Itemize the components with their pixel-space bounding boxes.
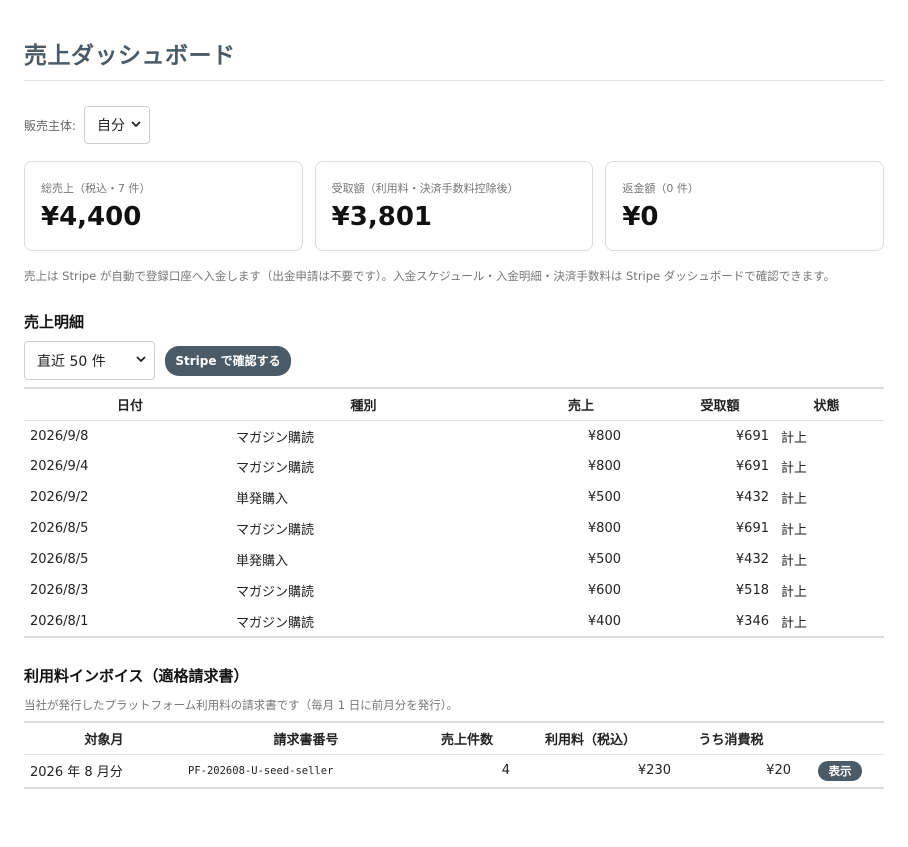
- cell-received: ¥346: [735, 613, 769, 629]
- cell-date: 2026/9/8: [30, 429, 89, 445]
- invoice-table: 対象月 請求書番号 売上件数 利用料（税込） うち消費税 2026 年 8 月分…: [24, 721, 884, 789]
- cell-sales: ¥800: [587, 429, 621, 445]
- table-row: 2026/8/5 単発購入 ¥500 ¥432 計上: [24, 544, 884, 575]
- seller-select-value: 自分: [97, 118, 126, 134]
- cell-status: 計上: [781, 554, 808, 569]
- cell-status: 計上: [781, 431, 808, 447]
- card-label: 受取額（利用料・決済手数料控除後）: [331, 182, 519, 195]
- column-header-status: 状態: [769, 388, 884, 421]
- table-row: 2026/9/4 マガジン購読 ¥800 ¥691 計上: [24, 451, 884, 482]
- cell-sales: ¥400: [587, 613, 621, 629]
- limit-select-value: 直近 50 件: [37, 353, 106, 370]
- cell-target-month: 2026 年 8 月分: [30, 765, 123, 781]
- column-header-tax: うち消費税: [671, 722, 791, 755]
- column-header-received: 受取額: [621, 388, 769, 421]
- seller-filter: 販売主体: 自分: [24, 106, 151, 144]
- cell-sales: ¥800: [587, 459, 621, 474]
- cell-date: 2026/8/1: [30, 613, 89, 629]
- cell-fee: ¥230: [637, 763, 671, 779]
- cell-received: ¥691: [735, 521, 769, 536]
- payout-note: 売上は Stripe が自動で登録口座へ入金します（出金申請は不要です）。入金ス…: [24, 269, 836, 283]
- cell-status: 計上: [781, 585, 808, 600]
- sales-section-title: 売上明細: [24, 313, 85, 331]
- cell-type: 単発購入: [236, 492, 289, 507]
- limit-select[interactable]: 直近 50 件: [24, 341, 155, 380]
- card-value: ¥4,400: [41, 202, 142, 232]
- cell-type: マガジン購読: [236, 585, 315, 600]
- cell-received: ¥432: [735, 490, 769, 505]
- card-value: ¥3,801: [331, 202, 433, 232]
- cell-date: 2026/8/5: [30, 521, 89, 536]
- cell-sales: ¥500: [587, 552, 621, 567]
- invoice-section-description: 当社が発行したプラットフォーム利用料の請求書です（毎月 1 日に前月分を発行）。: [24, 698, 459, 712]
- table-row: 2026/8/1 マガジン購読 ¥400 ¥346 計上: [24, 606, 884, 637]
- column-header-action: [791, 722, 884, 755]
- table-row: 2026/9/8 マガジン購読 ¥800 ¥691 計上: [24, 420, 884, 451]
- cell-received: ¥432: [735, 552, 769, 567]
- chevron-down-icon: [131, 120, 141, 131]
- card-value: ¥0: [622, 202, 659, 232]
- table-row: 2026/9/2 単発購入 ¥500 ¥432 計上: [24, 482, 884, 513]
- card-total-sales: 総売上（税込・7 件） ¥4,400: [24, 161, 303, 251]
- table-header-row: 対象月 請求書番号 売上件数 利用料（税込） うち消費税: [24, 722, 884, 755]
- cell-status: 計上: [781, 461, 808, 476]
- cell-type: マガジン購読: [236, 431, 315, 447]
- cell-type: マガジン購読: [236, 615, 315, 631]
- cell-date: 2026/9/2: [30, 490, 89, 505]
- cell-action: 表示: [791, 754, 884, 788]
- cell-type: 単発購入: [236, 554, 289, 569]
- card-received: 受取額（利用料・決済手数料控除後） ¥3,801: [314, 161, 594, 251]
- seller-select[interactable]: 自分: [84, 106, 151, 144]
- cell-date: 2026/8/5: [30, 552, 89, 567]
- column-header-target-month: 対象月: [24, 722, 184, 755]
- summary-cards: 総売上（税込・7 件） ¥4,400 受取額（利用料・決済手数料控除後） ¥3,…: [24, 161, 885, 251]
- table-row: 2026 年 8 月分 PF-202608-U-seed-seller 4 ¥2…: [24, 754, 884, 788]
- seller-label: 販売主体:: [24, 118, 77, 133]
- cell-sales-count: 4: [501, 763, 510, 779]
- cell-received: ¥518: [735, 583, 769, 598]
- sales-controls: 直近 50 件 Stripe で確認する: [24, 341, 291, 380]
- cell-status: 計上: [781, 615, 808, 631]
- cell-type: マガジン購読: [236, 461, 315, 476]
- table-header-row: 日付 種別 売上 受取額 状態: [24, 388, 884, 421]
- cell-sales: ¥800: [587, 521, 621, 536]
- card-label: 総売上（税込・7 件）: [41, 182, 151, 195]
- cell-status: 計上: [781, 492, 808, 507]
- cell-sales: ¥500: [587, 490, 621, 505]
- chevron-down-icon: [136, 355, 146, 366]
- table-row: 2026/8/3 マガジン購読 ¥600 ¥518 計上: [24, 575, 884, 606]
- invoice-section-title: 利用料インボイス（適格請求書）: [24, 667, 249, 685]
- cell-tax: ¥20: [766, 763, 791, 779]
- stripe-confirm-button[interactable]: Stripe で確認する: [165, 345, 291, 376]
- cell-type: マガジン購読: [236, 523, 315, 538]
- column-header-type: 種別: [236, 388, 491, 421]
- column-header-invoice-number: 請求書番号: [184, 722, 424, 755]
- title-divider: [24, 80, 884, 81]
- cell-invoice-number: PF-202608-U-seed-seller: [188, 764, 334, 777]
- cell-sales: ¥600: [587, 583, 621, 598]
- cell-status: 計上: [781, 523, 808, 538]
- column-header-sales-count: 売上件数: [424, 722, 510, 755]
- page-title: 売上ダッシュボード: [24, 43, 236, 69]
- cell-date: 2026/8/3: [30, 583, 89, 598]
- cell-received: ¥691: [735, 459, 769, 474]
- show-invoice-button[interactable]: 表示: [818, 760, 862, 781]
- sales-table: 日付 種別 売上 受取額 状態 2026/9/8 マガジン購読 ¥800 ¥69…: [24, 387, 884, 638]
- cell-received: ¥691: [735, 429, 769, 445]
- card-refunds: 返金額（0 件） ¥0: [605, 161, 885, 251]
- table-row: 2026/8/5 マガジン購読 ¥800 ¥691 計上: [24, 513, 884, 544]
- column-header-sales: 売上: [491, 388, 621, 421]
- column-header-fee: 利用料（税込）: [510, 722, 671, 755]
- cell-date: 2026/9/4: [30, 459, 89, 474]
- column-header-date: 日付: [24, 388, 236, 421]
- card-label: 返金額（0 件）: [622, 182, 699, 195]
